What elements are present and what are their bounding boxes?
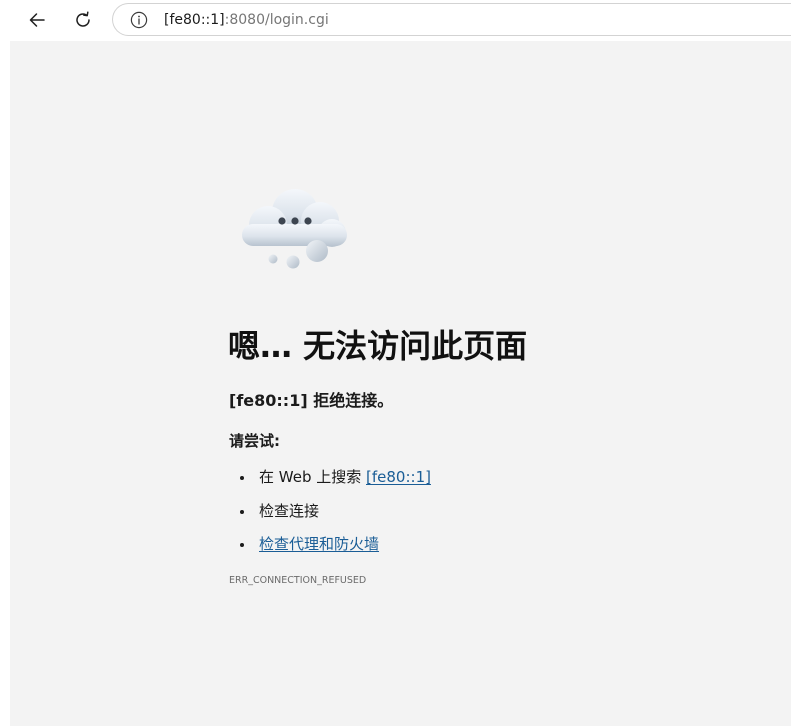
arrow-left-icon xyxy=(29,13,45,27)
suggestion-check-connection: 检查连接 xyxy=(240,500,431,534)
suggestion-check-proxy: 检查代理和防火墙 xyxy=(240,533,431,567)
try-heading: 请尝试: xyxy=(229,432,280,450)
error-message: 拒绝连接。 xyxy=(307,391,394,410)
window-left-edge xyxy=(0,41,10,726)
back-button[interactable] xyxy=(22,5,52,35)
refresh-button[interactable] xyxy=(68,5,98,35)
error-title: 嗯… 无法访问此页面 xyxy=(228,327,528,365)
cloud-with-ellipsis-icon xyxy=(242,189,347,269)
browser-toolbar: [fe80::1]:8080/login.cgi xyxy=(0,0,791,41)
info-icon[interactable] xyxy=(130,11,148,29)
url-text[interactable]: [fe80::1]:8080/login.cgi xyxy=(164,11,329,29)
check-proxy-firewall-link[interactable]: 检查代理和防火墙 xyxy=(259,535,379,553)
suggestion-list: 在 Web 上搜索 [fe80::1] 检查连接 检查代理和防火墙 xyxy=(240,466,431,567)
page-content xyxy=(10,41,791,726)
check-connection-text: 检查连接 xyxy=(259,501,320,520)
error-code: ERR_CONNECTION_REFUSED xyxy=(229,575,367,586)
suggestion-search-text: 在 Web 上搜索 xyxy=(259,468,367,486)
error-host: [fe80::1] xyxy=(229,391,308,410)
search-web-link[interactable]: [fe80::1] xyxy=(366,468,431,486)
suggestion-search: 在 Web 上搜索 [fe80::1] xyxy=(240,466,431,500)
address-bar[interactable]: [fe80::1]:8080/login.cgi xyxy=(112,3,791,36)
url-host: [fe80::1] xyxy=(164,12,225,28)
url-path: :8080/login.cgi xyxy=(224,12,329,28)
refresh-icon xyxy=(76,11,90,27)
error-subtitle: [fe80::1] 拒绝连接。 xyxy=(229,390,393,412)
